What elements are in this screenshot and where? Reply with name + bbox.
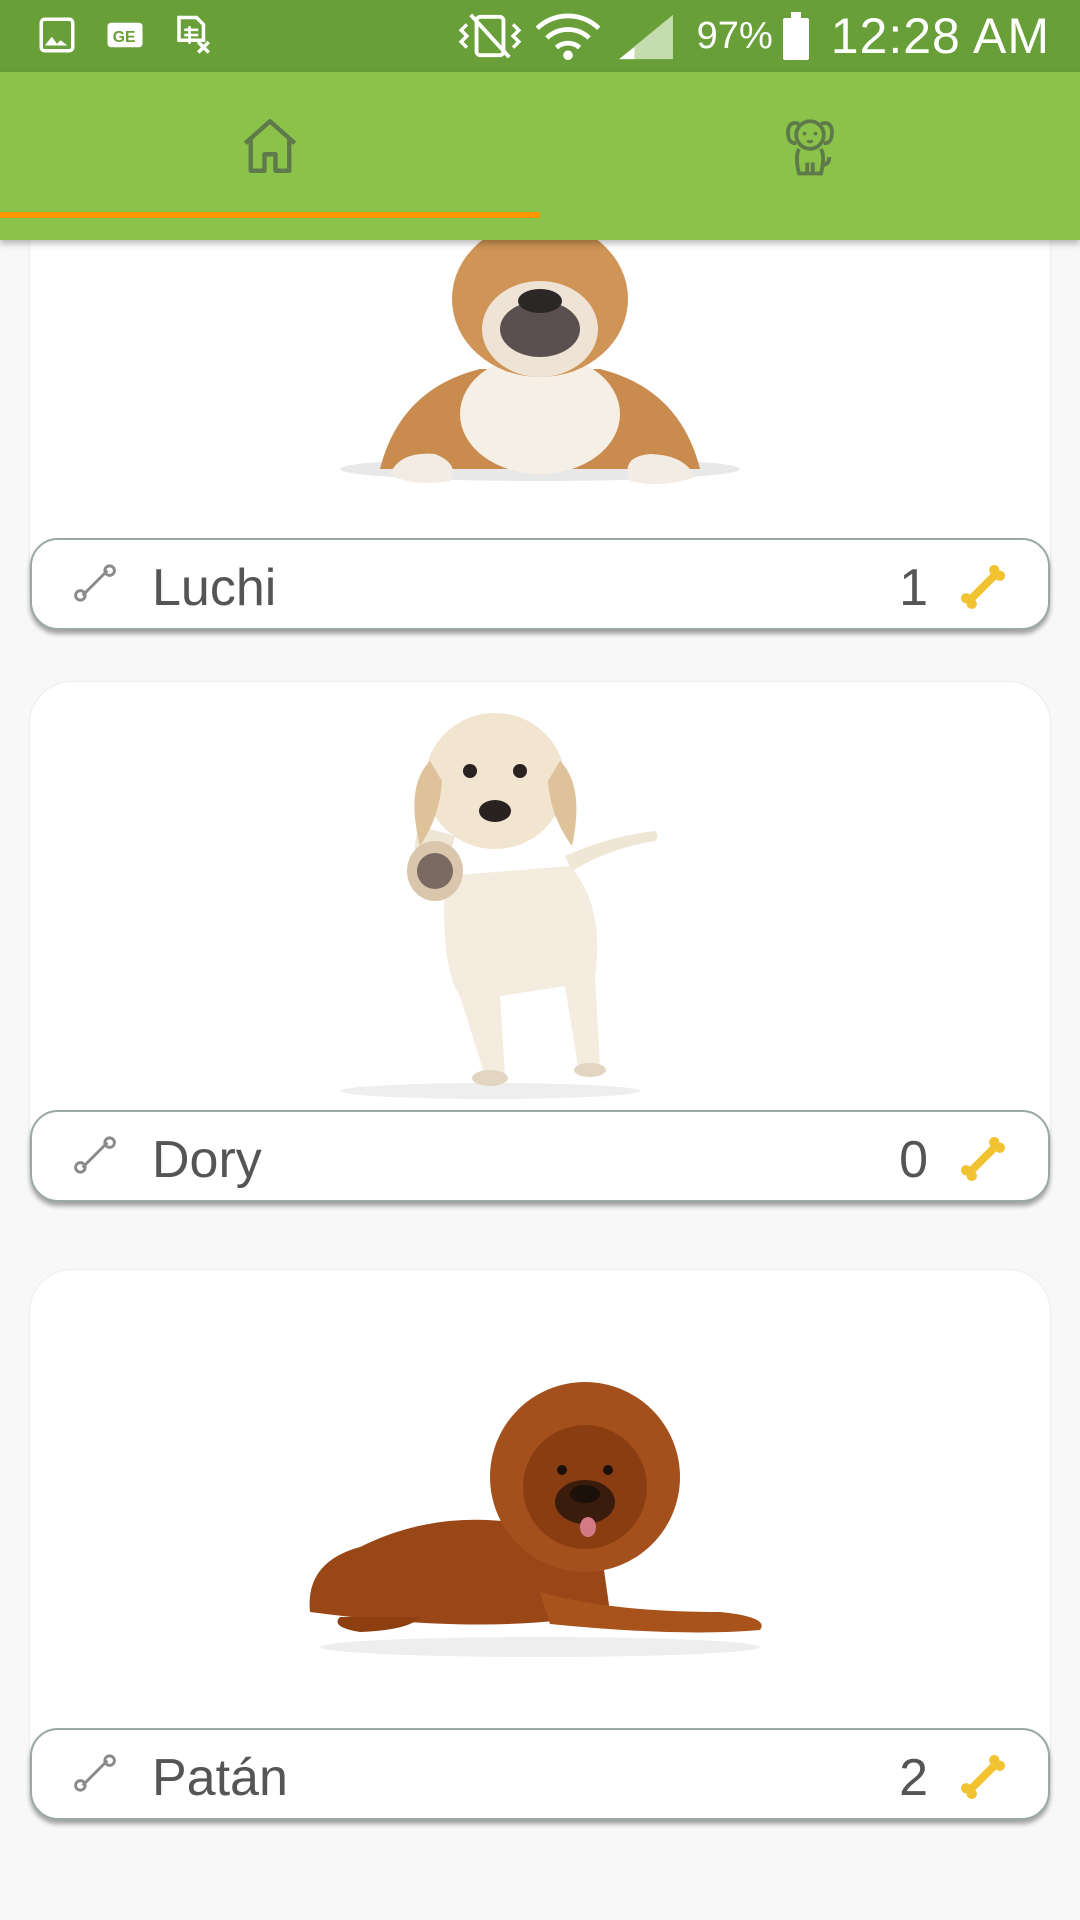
signal-icon bbox=[618, 14, 673, 60]
dog-photo-bulldog bbox=[30, 240, 1050, 538]
home-icon bbox=[243, 119, 297, 173]
clock: 12:28 AM bbox=[830, 8, 1050, 64]
bone-outline-icon bbox=[74, 1136, 116, 1174]
dog-card[interactable]: Luchi 1 bbox=[30, 240, 1050, 630]
dog-name: Luchi bbox=[152, 559, 277, 617]
status-bar: GE 97% 12:28 AM bbox=[0, 0, 1080, 72]
like-count: 2 bbox=[899, 1749, 928, 1807]
dog-photo-labrador bbox=[30, 682, 1050, 1110]
dog-photo-mastiff bbox=[30, 1270, 1050, 1754]
battery-percent: 97% bbox=[696, 14, 773, 57]
dog-list[interactable]: Luchi 1 Dory 0 Patán 2 bbox=[0, 240, 1080, 1920]
system-icons: 97% 12:28 AM bbox=[455, 6, 1050, 66]
dog-icon bbox=[786, 119, 834, 176]
tab-indicator bbox=[0, 212, 540, 218]
like-count: 1 bbox=[899, 559, 928, 617]
bone-like-icon[interactable] bbox=[956, 560, 1010, 614]
dog-card[interactable]: Patán 2 bbox=[30, 1270, 1050, 1820]
bone-outline-icon bbox=[74, 564, 116, 602]
notification-icons: GE bbox=[36, 14, 214, 56]
dog-info-bar: Luchi 1 bbox=[30, 538, 1050, 630]
dog-name: Dory bbox=[152, 1131, 262, 1189]
svg-text:GE: GE bbox=[113, 29, 136, 46]
gallery-icon bbox=[39, 17, 75, 53]
battery-icon bbox=[782, 12, 809, 60]
tab-dogs[interactable] bbox=[540, 72, 1080, 240]
dog-name: Patán bbox=[152, 1749, 288, 1807]
sheet-x-icon bbox=[177, 15, 210, 54]
like-count: 0 bbox=[899, 1131, 928, 1189]
bone-outline-icon bbox=[74, 1754, 116, 1792]
dog-card[interactable]: Dory 0 bbox=[30, 682, 1050, 1202]
dog-info-bar: Dory 0 bbox=[30, 1110, 1050, 1202]
bone-like-icon[interactable] bbox=[956, 1132, 1010, 1186]
ge-icon: GE bbox=[107, 22, 143, 48]
dog-info-bar: Patán 2 bbox=[30, 1728, 1050, 1820]
wifi-icon bbox=[535, 13, 601, 61]
vibrate-icon bbox=[458, 13, 521, 59]
bone-like-icon[interactable] bbox=[956, 1750, 1010, 1804]
tab-bar bbox=[0, 72, 1080, 240]
